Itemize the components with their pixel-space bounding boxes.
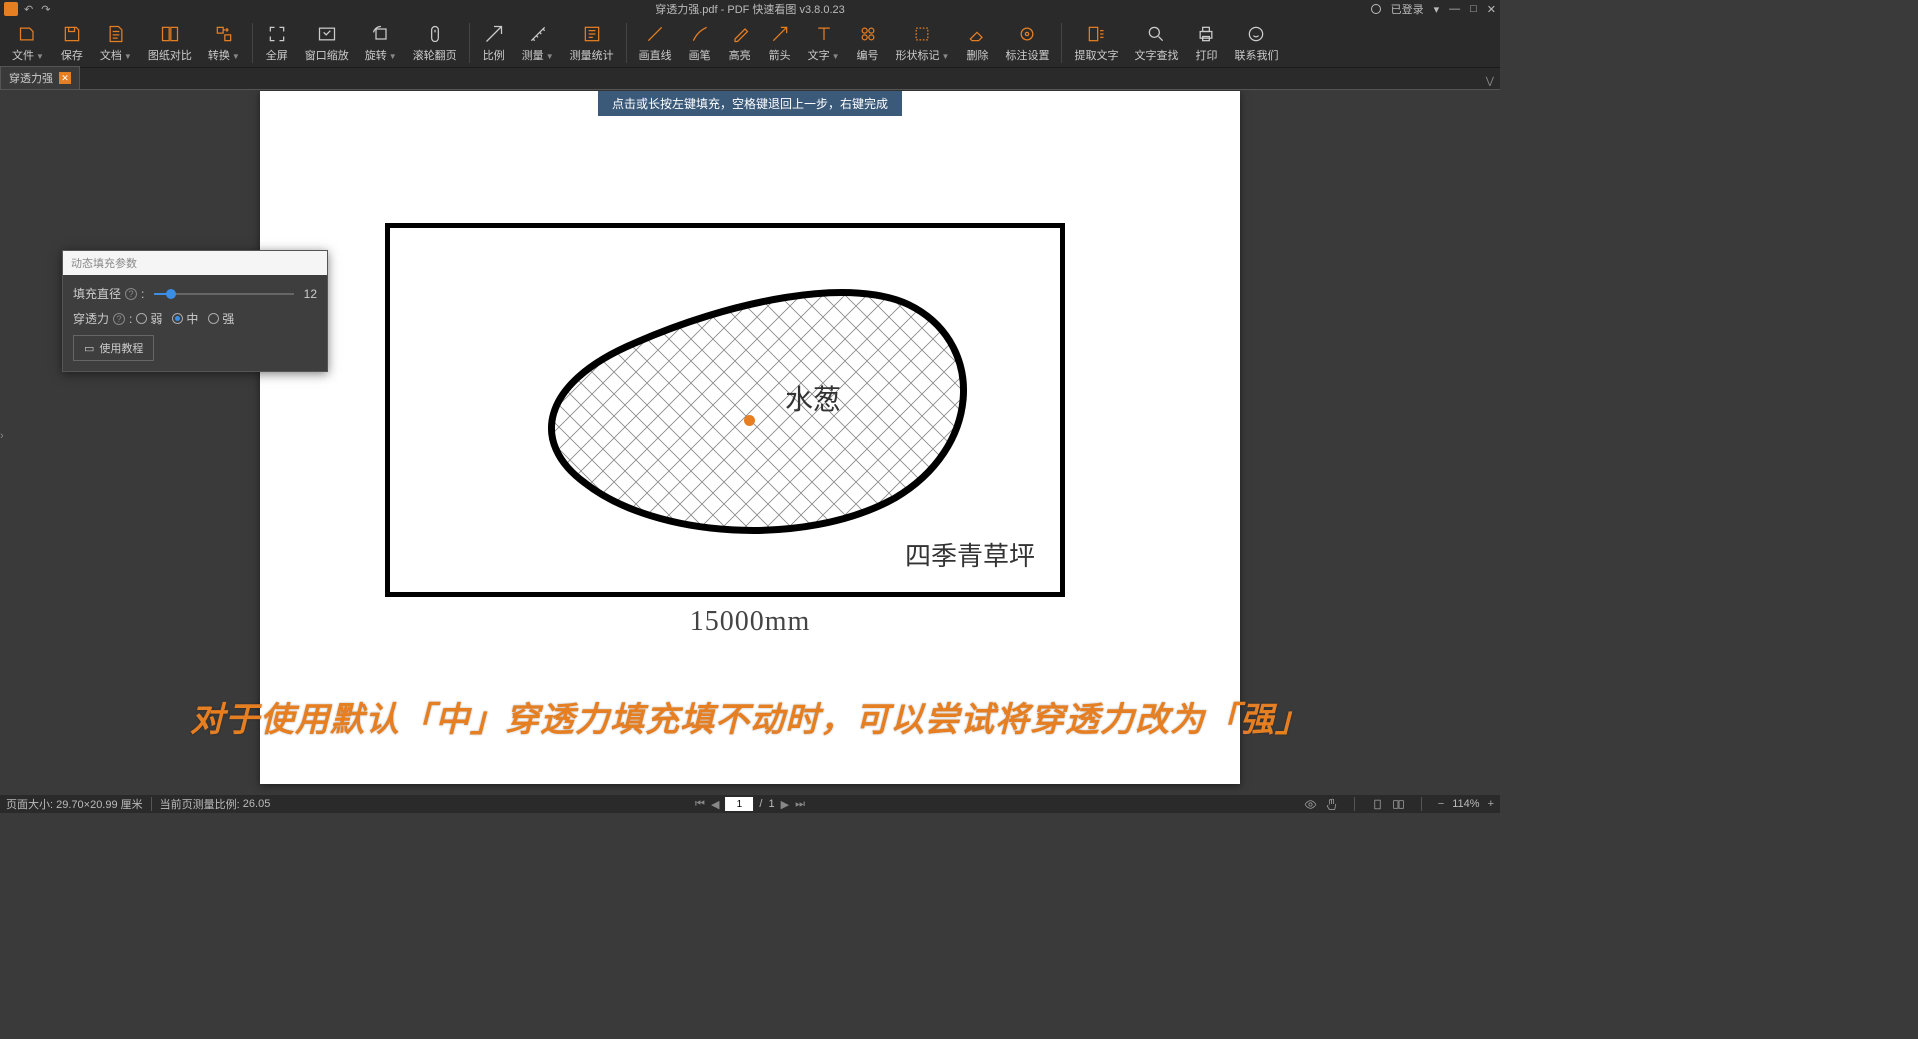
single-page-icon[interactable] <box>1371 798 1384 811</box>
diameter-label: 填充直径 <box>73 285 121 302</box>
pen-button[interactable]: 画笔 <box>680 21 720 65</box>
measure-stat-button[interactable]: 测量统计 <box>562 21 622 65</box>
last-page-icon[interactable]: ⏭ <box>795 798 805 811</box>
canvas-area: 点击或长按左键填充，空格键退回上一步，右键完成 水葱 四季青草坪 15000mm <box>0 90 1500 795</box>
two-page-icon[interactable] <box>1392 798 1405 811</box>
instruction-hint: 点击或长按左键填充，空格键退回上一步，右键完成 <box>598 91 902 116</box>
convert-button[interactable]: 转换▼ <box>200 21 248 65</box>
tab-bar: 穿透力强 ✕ ⋁ <box>0 68 1500 90</box>
window-zoom-button[interactable]: 窗口缩放 <box>297 21 357 65</box>
menu-icon[interactable]: ▾ <box>1434 3 1440 16</box>
fill-params-panel[interactable]: 动态填充参数 填充直径 ?: 12 穿透力 ?: 弱 中 强 ▭ 使用教程 <box>62 250 328 372</box>
panel-collapse-icon[interactable]: › <box>0 430 4 442</box>
diameter-value: 12 <box>304 287 317 301</box>
file-button[interactable]: 文件▼ <box>4 21 52 65</box>
hand-icon[interactable] <box>1325 798 1338 811</box>
document-button[interactable]: 文档▼ <box>92 21 140 65</box>
measure-button[interactable]: 测量▼ <box>514 21 562 65</box>
rotate-button[interactable]: 旋转▼ <box>357 21 405 65</box>
zoom-in-button[interactable]: + <box>1488 798 1494 810</box>
first-page-icon[interactable]: ⏮ <box>695 798 705 811</box>
number-button[interactable]: 编号 <box>848 21 888 65</box>
pond-shape <box>515 273 995 563</box>
radio-strong[interactable]: 强 <box>208 310 234 327</box>
scale-label: 当前页测量比例: <box>160 796 240 812</box>
scroll-flip-button[interactable]: 滚轮翻页 <box>405 21 465 65</box>
drawing-content: 水葱 四季青草坪 <box>385 223 1065 597</box>
annot-settings-button[interactable]: 标注设置 <box>997 21 1057 65</box>
radio-mid[interactable]: 中 <box>172 310 198 327</box>
eye-icon[interactable] <box>1304 798 1317 811</box>
highlight-button[interactable]: 高亮 <box>720 21 760 65</box>
help-icon[interactable]: ? <box>125 288 137 300</box>
compare-button[interactable]: 图纸对比 <box>140 21 200 65</box>
app-logo-icon <box>4 2 18 16</box>
diameter-slider[interactable] <box>154 287 293 301</box>
tab-expand-icon[interactable]: ⋁ <box>1480 74 1500 89</box>
zoom-value: 114% <box>1452 798 1479 810</box>
tutorial-caption: 对于使用默认「中」穿透力填充填不动时，可以尝试将穿透力改为「强」 <box>190 692 1310 741</box>
next-page-icon[interactable]: ▶ <box>781 798 789 811</box>
prev-page-icon[interactable]: ◀ <box>711 798 719 811</box>
tab-label: 穿透力强 <box>9 70 53 86</box>
tutorial-button[interactable]: ▭ 使用教程 <box>73 335 154 361</box>
close-tab-icon[interactable]: ✕ <box>59 72 71 84</box>
book-icon: ▭ <box>84 342 94 355</box>
arrow-button[interactable]: 箭头 <box>760 21 800 65</box>
erase-button[interactable]: 删除 <box>957 21 997 65</box>
contact-button[interactable]: 联系我们 <box>1226 21 1286 65</box>
zoom-out-button[interactable]: − <box>1438 798 1444 810</box>
extract-text-button[interactable]: 提取文字 <box>1066 21 1126 65</box>
pdf-page[interactable]: 点击或长按左键填充，空格键退回上一步，右键完成 水葱 四季青草坪 15000mm <box>260 91 1240 784</box>
dimension-label: 15000mm <box>690 606 811 638</box>
fullscreen-button[interactable]: 全屏 <box>257 21 297 65</box>
page-size-label: 页面大小: <box>6 796 53 812</box>
titlebar: ↶ ↷ 穿透力强.pdf - PDF 快速看图 v3.8.0.23 已登录 ▾ … <box>0 0 1500 18</box>
total-pages: 1 <box>768 798 774 810</box>
status-bar: 页面大小: 29.70×20.99 厘米 当前页测量比例: 26.05 ⏮ ◀ … <box>0 795 1500 813</box>
minimize-button[interactable]: — <box>1449 3 1460 15</box>
save-button[interactable]: 保存 <box>52 21 92 65</box>
scale-button[interactable]: 比例 <box>474 21 514 65</box>
page-navigator: ⏮ ◀ / 1 ▶ ⏭ <box>695 797 805 811</box>
window-title: 穿透力强.pdf - PDF 快速看图 v3.8.0.23 <box>655 1 845 17</box>
penetration-label: 穿透力 <box>73 310 109 327</box>
find-text-button[interactable]: 文字查找 <box>1126 21 1186 65</box>
pond-label: 水葱 <box>785 378 841 418</box>
redo-icon[interactable]: ↷ <box>41 3 50 16</box>
print-button[interactable]: 打印 <box>1186 21 1226 65</box>
text-button[interactable]: 文字▼ <box>800 21 848 65</box>
document-tab[interactable]: 穿透力强 ✕ <box>0 66 80 89</box>
lawn-label: 四季青草坪 <box>905 536 1035 573</box>
scale-value: 26.05 <box>243 798 271 810</box>
user-icon <box>1371 4 1381 14</box>
page-input[interactable] <box>725 797 753 811</box>
radio-weak[interactable]: 弱 <box>136 310 162 327</box>
shape-mark-button[interactable]: 形状标记▼ <box>888 21 958 65</box>
main-toolbar: 文件▼ 保存 文档▼ 图纸对比 转换▼ 全屏 窗口缩放 旋转▼ 滚轮翻页 比例 … <box>0 18 1500 68</box>
maximize-button[interactable]: □ <box>1470 3 1477 15</box>
panel-title: 动态填充参数 <box>63 251 327 275</box>
close-button[interactable]: ✕ <box>1487 3 1496 16</box>
undo-icon[interactable]: ↶ <box>24 3 33 16</box>
line-button[interactable]: 画直线 <box>631 21 680 65</box>
fill-cursor-icon <box>744 415 755 426</box>
login-status[interactable]: 已登录 <box>1391 1 1424 17</box>
help-icon[interactable]: ? <box>113 313 125 325</box>
page-size-value: 29.70×20.99 厘米 <box>56 796 143 812</box>
